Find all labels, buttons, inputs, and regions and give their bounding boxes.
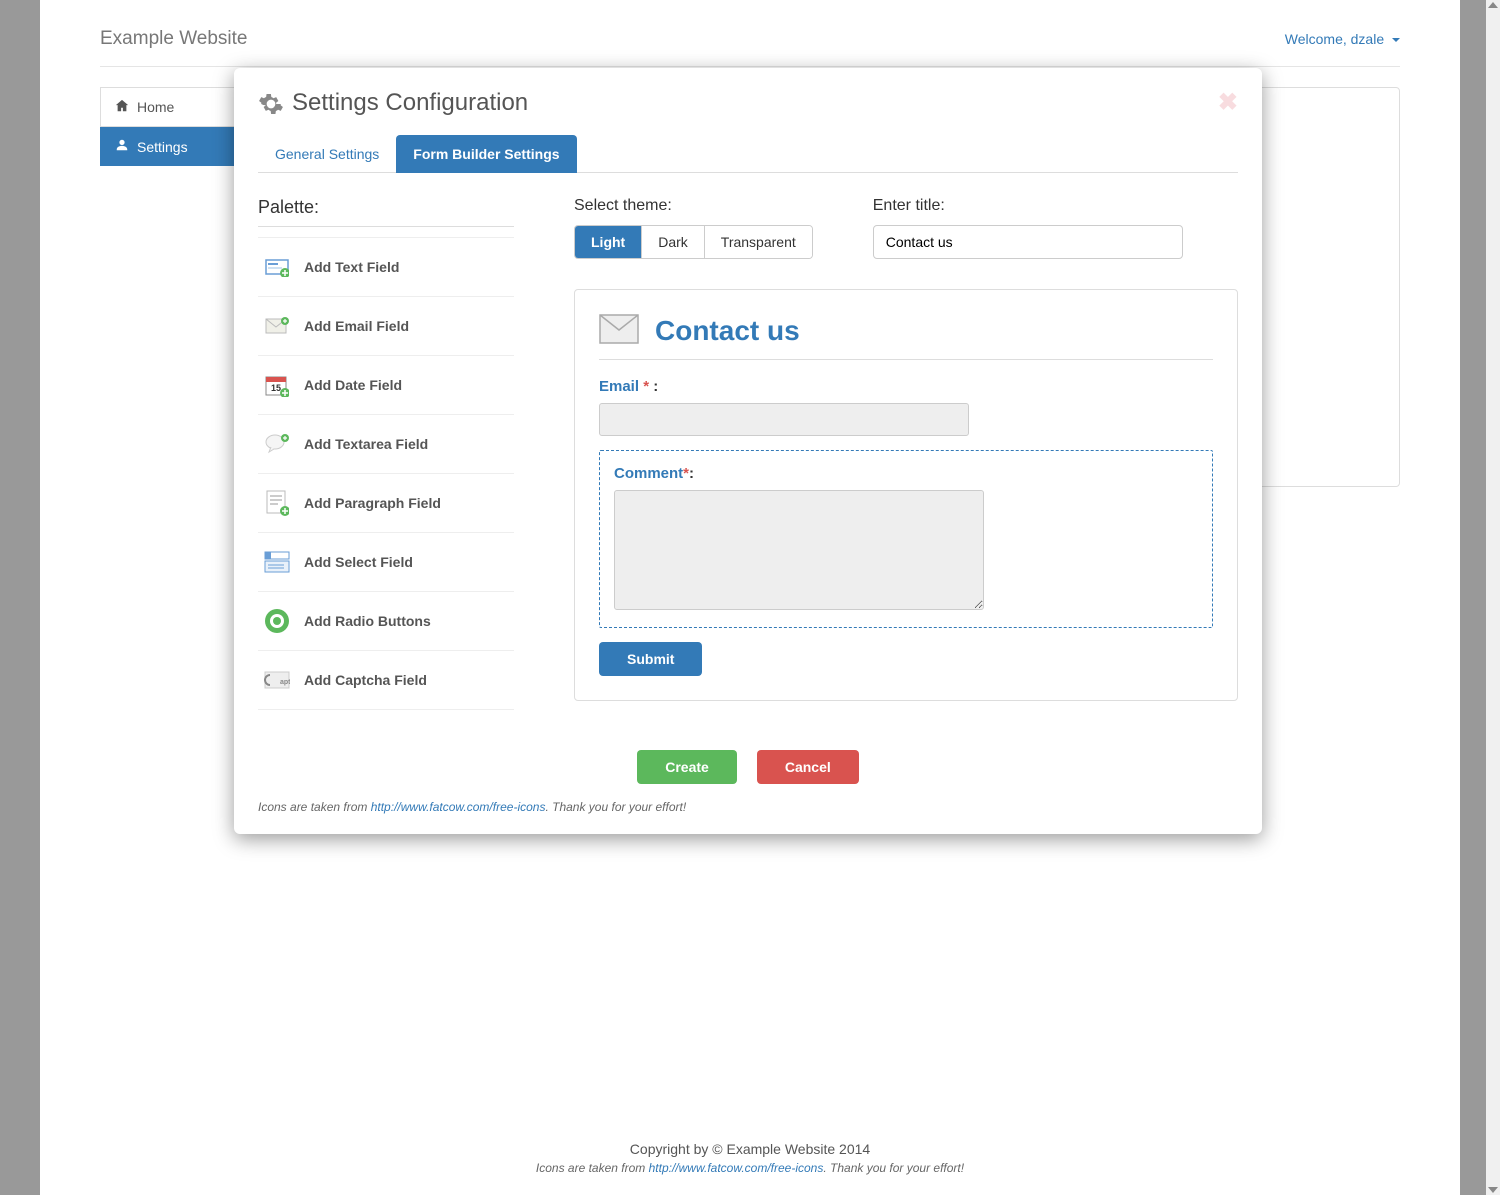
tab-general-settings[interactable]: General Settings: [258, 135, 396, 173]
caret-down-icon: [1392, 38, 1400, 42]
comment-field-container[interactable]: Comment*:: [599, 450, 1213, 628]
close-icon[interactable]: ✖: [1218, 88, 1238, 117]
theme-light-button[interactable]: Light: [575, 226, 642, 258]
scroll-down-icon[interactable]: [1488, 1187, 1498, 1193]
submit-button[interactable]: Submit: [599, 642, 702, 676]
palette-item-email[interactable]: Add Email Field: [258, 297, 514, 356]
theme-label: Select theme:: [574, 197, 813, 215]
cancel-button[interactable]: Cancel: [757, 750, 859, 784]
welcome-dropdown[interactable]: Welcome, dzale: [1285, 31, 1400, 47]
form-preview-title: Contact us: [655, 315, 800, 347]
date-field-icon: 15: [264, 372, 290, 398]
palette-list: Add Text Field Add Email Field 15 Add Da…: [258, 237, 514, 710]
comment-field-label: Comment*:: [614, 465, 1198, 482]
textarea-field-icon: [264, 431, 290, 457]
palette-heading: Palette:: [258, 197, 514, 227]
comment-textarea[interactable]: [614, 490, 984, 610]
site-title: Example Website: [100, 28, 248, 50]
icons-link[interactable]: http://www.fatcow.com/free-icons: [371, 800, 546, 814]
email-field-label: Email * :: [599, 378, 1213, 395]
theme-transparent-button[interactable]: Transparent: [705, 226, 812, 258]
footer-icons-link[interactable]: http://www.fatcow.com/free-icons: [649, 1161, 824, 1175]
theme-button-group: Light Dark Transparent: [574, 225, 813, 259]
form-preview: Contact us Email * : Comment*: Submit: [574, 289, 1238, 701]
scrollbar[interactable]: [1486, 0, 1500, 1195]
email-input[interactable]: [599, 403, 969, 436]
settings-modal: Settings Configuration ✖ General Setting…: [234, 68, 1262, 834]
tab-form-builder-settings[interactable]: Form Builder Settings: [396, 135, 576, 173]
select-field-icon: [264, 549, 290, 575]
envelope-icon: [599, 314, 639, 347]
create-button[interactable]: Create: [637, 750, 737, 784]
palette-item-text[interactable]: Add Text Field: [258, 238, 514, 297]
svg-text:aptcha: aptcha: [280, 679, 290, 686]
modal-tabs: General Settings Form Builder Settings: [258, 135, 1238, 173]
home-icon: [115, 99, 129, 116]
user-icon: [115, 138, 129, 155]
palette-item-paragraph[interactable]: Add Paragraph Field: [258, 474, 514, 533]
text-field-icon: [264, 254, 290, 280]
modal-footnote: Icons are taken from http://www.fatcow.c…: [258, 800, 1238, 814]
paragraph-field-icon: [264, 490, 290, 516]
palette-item-radio[interactable]: Add Radio Buttons: [258, 592, 514, 651]
email-field-icon: [264, 313, 290, 339]
background-footer: Copyright by © Example Website 2014 Icon…: [40, 1141, 1460, 1175]
palette-item-select[interactable]: Add Select Field: [258, 533, 514, 592]
scroll-up-icon[interactable]: [1488, 2, 1498, 8]
svg-text:15: 15: [271, 383, 281, 393]
theme-dark-button[interactable]: Dark: [642, 226, 705, 258]
modal-title: Settings Configuration: [292, 89, 528, 117]
palette-item-textarea[interactable]: Add Textarea Field: [258, 415, 514, 474]
gear-icon: [258, 91, 282, 115]
palette-item-date[interactable]: 15 Add Date Field: [258, 356, 514, 415]
title-label: Enter title:: [873, 197, 1183, 215]
captcha-field-icon: aptcha: [264, 667, 290, 693]
palette-item-captcha[interactable]: aptcha Add Captcha Field: [258, 651, 514, 710]
radio-field-icon: [264, 608, 290, 634]
title-input[interactable]: [873, 225, 1183, 259]
